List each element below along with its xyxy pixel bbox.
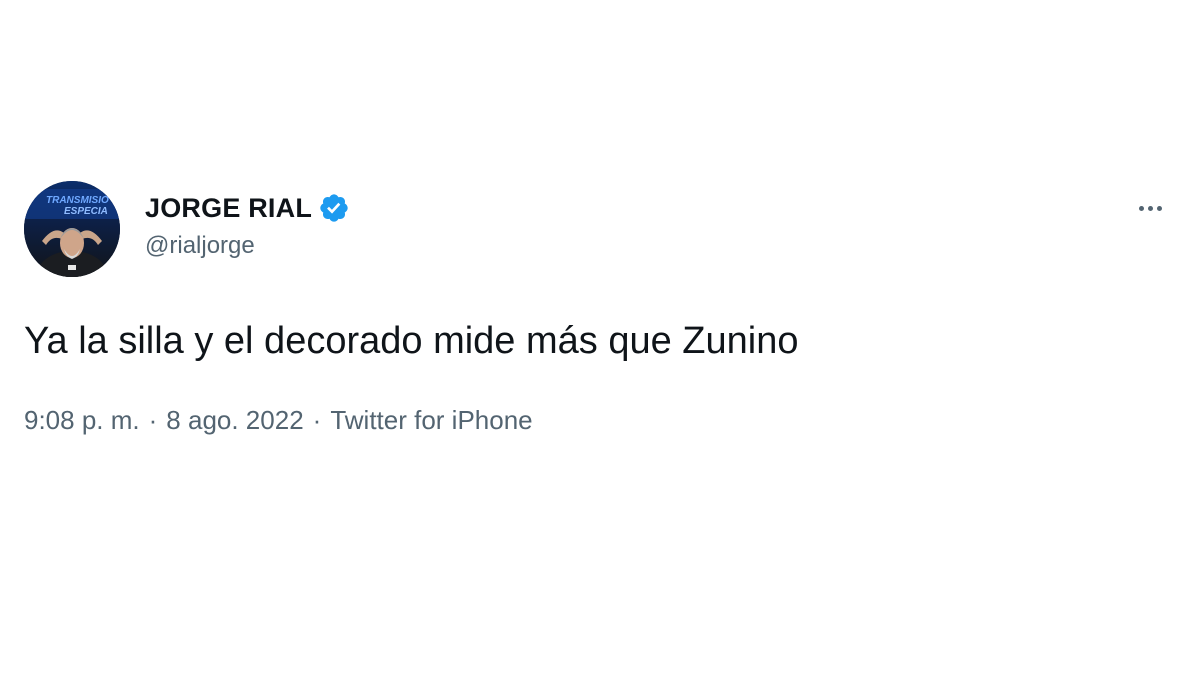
avatar-image: TRANSMISIÓ ESPECIA — [24, 181, 120, 277]
author-handle[interactable]: @rialjorge — [145, 230, 350, 262]
more-options-button[interactable] — [1130, 190, 1170, 226]
avatar-banner-line2: ESPECIA — [64, 206, 108, 217]
tweet-text: Ya la silla y el decorado mide más que Z… — [24, 320, 799, 362]
more-dot — [1156, 205, 1162, 211]
tweet-card: TRANSMISIÓ ESPECIA JORGE RIAL @rialjorge — [0, 0, 1200, 673]
tweet-metadata: 9:08 p. m. · 8 ago. 2022 · Twitter for iPhon… — [24, 402, 533, 438]
author-name-row[interactable]: JORGE RIAL — [145, 190, 350, 226]
tweet-time[interactable]: 9:08 p. m. — [24, 402, 140, 438]
separator-dot: · — [148, 405, 158, 435]
more-horizontal-icon — [1138, 205, 1144, 211]
author-avatar[interactable]: TRANSMISIÓ ESPECIA — [24, 181, 120, 277]
separator-dot: · — [312, 405, 322, 435]
verified-badge-icon — [318, 192, 350, 224]
tweet-source[interactable]: Twitter for iPhone — [330, 402, 532, 438]
author-display-name[interactable]: JORGE RIAL — [145, 190, 312, 226]
more-dot — [1147, 205, 1153, 211]
avatar-banner-line1: TRANSMISIÓ — [46, 193, 109, 206]
tweet-header: JORGE RIAL @rialjorge — [145, 190, 350, 262]
tweet-date[interactable]: 8 ago. 2022 — [166, 402, 303, 438]
